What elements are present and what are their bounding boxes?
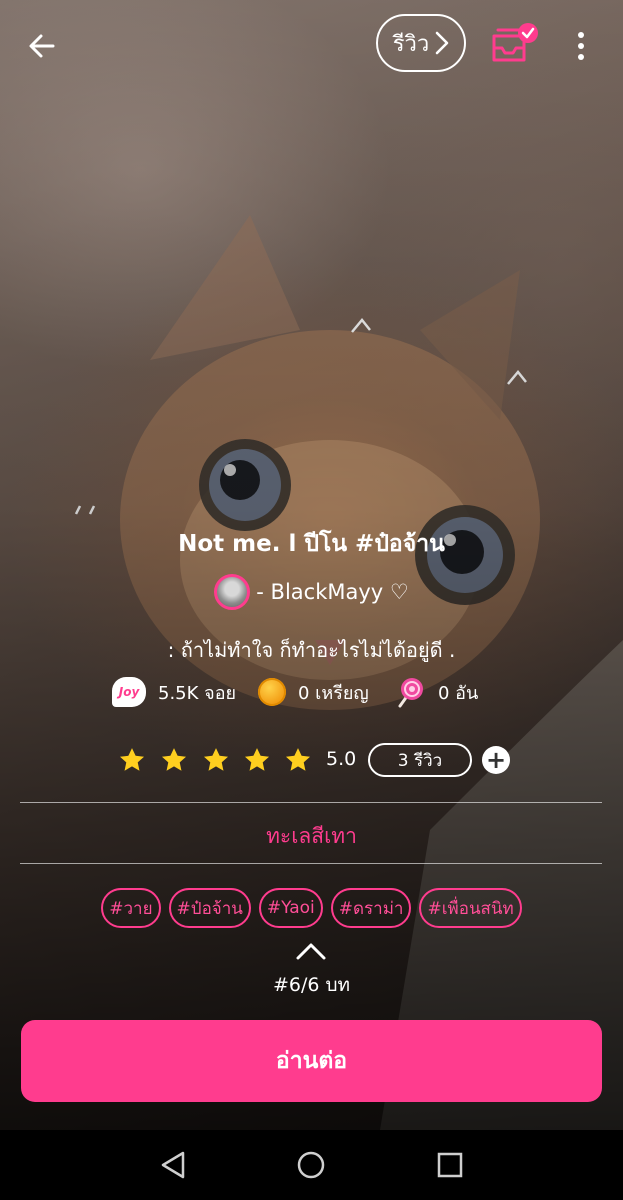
joy-count: 5.5K จอย (158, 682, 237, 704)
author-name[interactable]: - BlackMayy ♡ (256, 580, 408, 604)
story-tagline: : ถ้าไม่ทำใจ ก็ทำอะไรไม่ได้อยู่ดี . (167, 638, 456, 662)
star-icon (244, 748, 270, 771)
chevron-up-icon[interactable] (295, 940, 327, 962)
stats-row: Joy 5.5K จอย 0 เหรียญ 0 อัน (0, 672, 623, 712)
star-icon (203, 748, 229, 771)
triangle-back-icon (161, 1151, 185, 1179)
coin-stat: 0 เหรียญ (258, 672, 369, 712)
coin-count: 0 เหรียญ (298, 682, 369, 704)
story-title: Not me. l ปีโน #ป๋อจ้าน (178, 531, 445, 557)
circle-home-icon (297, 1151, 325, 1179)
more-options-button[interactable] (566, 26, 596, 66)
back-arrow-icon (29, 34, 55, 58)
library-inbox-button[interactable] (489, 22, 541, 66)
candy-stat: 0 อัน (394, 672, 478, 712)
rating-row: 5.0 3 รีวิว + (0, 740, 623, 784)
tag-chip[interactable]: #วาย (101, 888, 161, 928)
chapter-count: #6/6 บท (272, 974, 351, 996)
lollipop-icon (398, 678, 423, 708)
top-bar: รีวิว (0, 0, 623, 90)
star-icon (119, 748, 145, 771)
star-icon (161, 748, 187, 771)
tag-chip[interactable]: #เพื่อนสนิท (419, 888, 522, 928)
divider (20, 863, 602, 864)
candy-count: 0 อัน (438, 682, 479, 704)
continue-reading-button[interactable]: อ่านต่อ (21, 1020, 602, 1102)
story-category[interactable]: ทะเลสีเทา (0, 820, 623, 853)
more-vertical-icon (578, 32, 584, 60)
back-button[interactable] (20, 24, 64, 68)
tag-chip[interactable]: #ป๋อจ้าน (168, 888, 251, 928)
author-row[interactable]: - BlackMayy ♡ (0, 574, 623, 610)
square-recents-icon (437, 1152, 463, 1178)
inbox-check-icon (492, 23, 538, 62)
joy-icon: Joy (112, 677, 146, 707)
divider (20, 802, 602, 803)
nav-home-button[interactable] (296, 1150, 326, 1180)
joy-stat: Joy 5.5K จอย (112, 672, 236, 712)
review-button-label: รีวิว (392, 31, 430, 57)
chevron-right-icon (435, 31, 449, 55)
review-count-button[interactable]: 3 รีวิว (368, 743, 472, 777)
nav-back-button[interactable] (158, 1150, 188, 1180)
nav-recents-button[interactable] (435, 1150, 465, 1180)
rating-value: 5.0 (326, 748, 357, 770)
tag-chip[interactable]: #ดราม่า (330, 888, 412, 928)
author-avatar[interactable] (214, 574, 251, 610)
tag-list: #วาย #ป๋อจ้าน #Yaoi #ดราม่า #เพื่อนสนิท (0, 888, 623, 928)
tag-chip[interactable]: #Yaoi (258, 888, 323, 928)
system-nav-bar (0, 1130, 623, 1200)
add-review-button[interactable]: + (482, 746, 510, 774)
star-icon (285, 748, 311, 771)
coin-icon (258, 678, 286, 706)
review-button[interactable]: รีวิว (376, 14, 466, 72)
